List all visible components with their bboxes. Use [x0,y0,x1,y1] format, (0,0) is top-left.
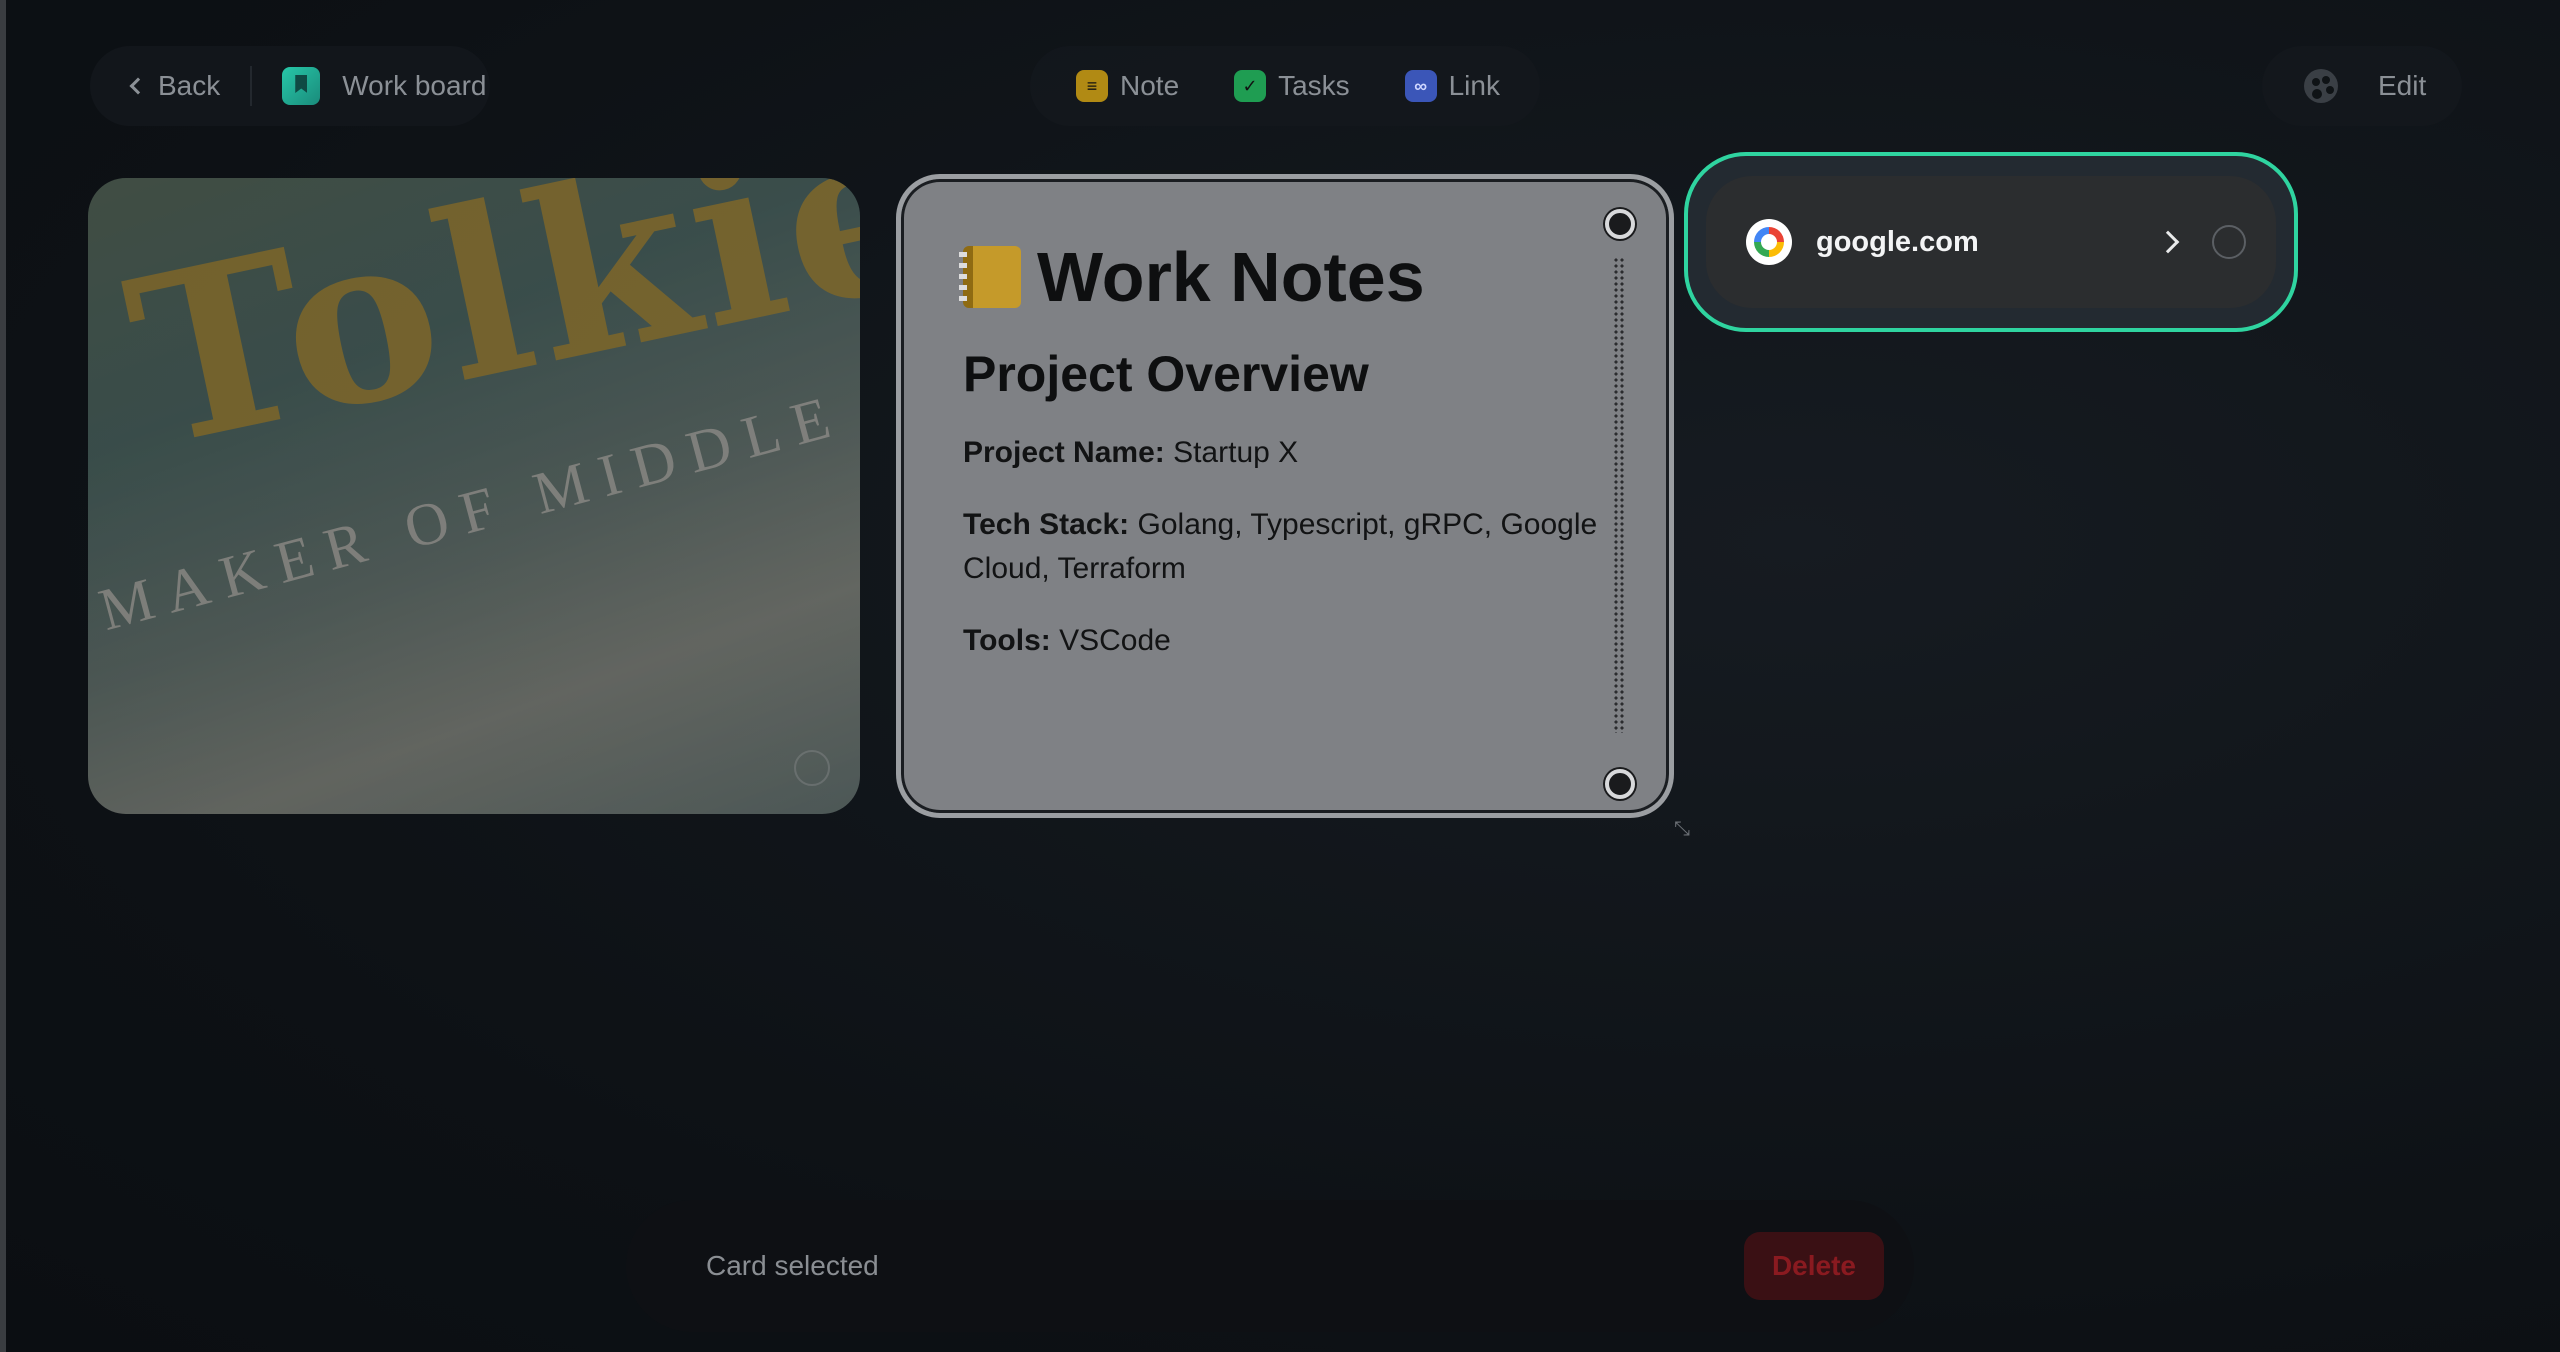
select-circle[interactable] [794,750,830,786]
selection-status: Card selected [706,1250,879,1281]
board-title: Work board [342,70,487,101]
note-row-value: VSCode [1050,624,1171,657]
bookmark-icon [282,67,321,105]
select-circle[interactable] [2212,225,2246,259]
add-tasks-label: Tasks [1278,70,1350,101]
note-row: Tech Stack: Golang, Typescript, gRPC, Go… [963,503,1607,591]
board-nav: Back Work board [90,46,490,126]
selection-bar: Card selected Delete [626,1200,1914,1332]
add-link-label: Link [1448,70,1500,101]
check-icon: ✓ [1234,70,1267,102]
link-card-inner[interactable]: google.com [1706,176,2276,308]
image-card[interactable]: Tolkie MAKER OF MIDDLE [88,178,860,814]
edit-button[interactable]: Edit [2378,70,2426,102]
add-note-button[interactable]: ≡ Note [1076,70,1179,102]
board-actions: Edit [2262,46,2462,126]
chevron-left-icon [129,77,147,95]
note-row-key: Project Name: [963,436,1165,469]
note-row-key: Tech Stack: [963,508,1130,541]
add-note-label: Note [1120,70,1180,101]
back-label: Back [158,70,221,101]
note-card[interactable]: Work Notes Project Overview Project Name… [896,174,1674,818]
handle-track [1613,257,1625,733]
note-row: Project Name: Startup X [963,431,1607,475]
delete-button[interactable]: Delete [1743,1232,1884,1300]
divider [250,66,253,106]
note-title: Work Notes [959,237,1607,317]
top-bar: Back Work board ≡ Note ✓ Tasks ∞ Link Ed… [6,46,2560,126]
note-heading: Project Overview [963,346,1369,402]
note-row-key: Tools: [963,624,1051,657]
link-icon: ∞ [1404,70,1437,102]
add-link-button[interactable]: ∞ Link [1404,70,1500,102]
google-icon [1746,219,1792,265]
chevron-right-icon[interactable] [2156,230,2180,254]
palette-icon[interactable] [2304,69,2338,103]
link-domain: google.com [1816,225,1979,258]
link-card[interactable]: google.com [1684,152,2298,332]
drag-handle-bottom[interactable] [1605,769,1635,799]
board-app: Back Work board ≡ Note ✓ Tasks ∞ Link Ed… [0,0,2560,1352]
back-button[interactable]: Back [128,70,220,102]
resize-icon[interactable]: ⤡ [1674,818,1698,842]
add-card-toolbar: ≡ Note ✓ Tasks ∞ Link [1030,46,1540,126]
notebook-icon [959,246,1021,308]
add-tasks-button[interactable]: ✓ Tasks [1234,70,1350,102]
note-row-value: Startup X [1164,436,1299,469]
note-title-text: Work Notes [1037,238,1425,316]
note-icon: ≡ [1076,70,1108,102]
note-row: Tools: VSCode [963,619,1607,663]
drag-handle-top[interactable] [1605,209,1635,239]
